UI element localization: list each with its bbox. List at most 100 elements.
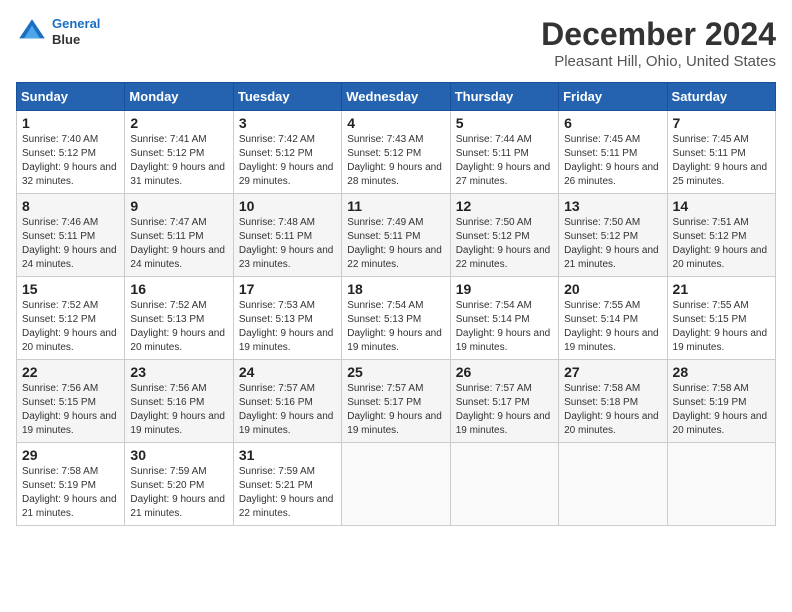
day-info: Sunrise: 7:48 AMSunset: 5:11 PMDaylight:… (239, 217, 334, 270)
day-info: Sunrise: 7:47 AMSunset: 5:11 PMDaylight:… (130, 217, 225, 270)
day-info: Sunrise: 7:45 AMSunset: 5:11 PMDaylight:… (673, 134, 768, 187)
day-info: Sunrise: 7:57 AMSunset: 5:17 PMDaylight:… (347, 383, 442, 436)
calendar-day-header: Tuesday (233, 83, 341, 111)
subtitle: Pleasant Hill, Ohio, United States (541, 53, 776, 70)
day-info: Sunrise: 7:40 AMSunset: 5:12 PMDaylight:… (22, 134, 117, 187)
day-info: Sunrise: 7:56 AMSunset: 5:16 PMDaylight:… (130, 383, 225, 436)
calendar-cell: 7 Sunrise: 7:45 AMSunset: 5:11 PMDayligh… (667, 111, 775, 194)
logo-text: General Blue (52, 16, 100, 47)
day-number: 3 (239, 115, 336, 131)
day-info: Sunrise: 7:57 AMSunset: 5:17 PMDaylight:… (456, 383, 551, 436)
calendar-cell: 1 Sunrise: 7:40 AMSunset: 5:12 PMDayligh… (17, 111, 125, 194)
day-number: 14 (673, 198, 770, 214)
calendar-header-row: SundayMondayTuesdayWednesdayThursdayFrid… (17, 83, 776, 111)
day-number: 31 (239, 447, 336, 463)
calendar-week-row: 29 Sunrise: 7:58 AMSunset: 5:19 PMDaylig… (17, 443, 776, 526)
calendar-cell: 16 Sunrise: 7:52 AMSunset: 5:13 PMDaylig… (125, 277, 233, 360)
calendar-day-header: Friday (559, 83, 667, 111)
day-info: Sunrise: 7:43 AMSunset: 5:12 PMDaylight:… (347, 134, 442, 187)
calendar-day-header: Thursday (450, 83, 558, 111)
day-info: Sunrise: 7:54 AMSunset: 5:13 PMDaylight:… (347, 300, 442, 353)
day-number: 23 (130, 364, 227, 380)
calendar-week-row: 15 Sunrise: 7:52 AMSunset: 5:12 PMDaylig… (17, 277, 776, 360)
calendar-cell: 3 Sunrise: 7:42 AMSunset: 5:12 PMDayligh… (233, 111, 341, 194)
calendar-cell: 21 Sunrise: 7:55 AMSunset: 5:15 PMDaylig… (667, 277, 775, 360)
calendar-cell: 13 Sunrise: 7:50 AMSunset: 5:12 PMDaylig… (559, 194, 667, 277)
logo-icon (16, 16, 48, 48)
day-number: 18 (347, 281, 444, 297)
title-area: December 2024 Pleasant Hill, Ohio, Unite… (541, 16, 776, 70)
day-info: Sunrise: 7:56 AMSunset: 5:15 PMDaylight:… (22, 383, 117, 436)
day-number: 16 (130, 281, 227, 297)
calendar-cell: 31 Sunrise: 7:59 AMSunset: 5:21 PMDaylig… (233, 443, 341, 526)
calendar-cell: 20 Sunrise: 7:55 AMSunset: 5:14 PMDaylig… (559, 277, 667, 360)
day-info: Sunrise: 7:58 AMSunset: 5:18 PMDaylight:… (564, 383, 659, 436)
day-info: Sunrise: 7:55 AMSunset: 5:15 PMDaylight:… (673, 300, 768, 353)
calendar-cell: 24 Sunrise: 7:57 AMSunset: 5:16 PMDaylig… (233, 360, 341, 443)
day-info: Sunrise: 7:50 AMSunset: 5:12 PMDaylight:… (564, 217, 659, 270)
calendar-day-header: Monday (125, 83, 233, 111)
day-number: 6 (564, 115, 661, 131)
calendar-cell: 27 Sunrise: 7:58 AMSunset: 5:18 PMDaylig… (559, 360, 667, 443)
day-info: Sunrise: 7:50 AMSunset: 5:12 PMDaylight:… (456, 217, 551, 270)
day-number: 25 (347, 364, 444, 380)
calendar-cell: 30 Sunrise: 7:59 AMSunset: 5:20 PMDaylig… (125, 443, 233, 526)
day-info: Sunrise: 7:57 AMSunset: 5:16 PMDaylight:… (239, 383, 334, 436)
calendar-cell: 6 Sunrise: 7:45 AMSunset: 5:11 PMDayligh… (559, 111, 667, 194)
day-info: Sunrise: 7:49 AMSunset: 5:11 PMDaylight:… (347, 217, 442, 270)
day-number: 12 (456, 198, 553, 214)
day-number: 21 (673, 281, 770, 297)
calendar-cell: 11 Sunrise: 7:49 AMSunset: 5:11 PMDaylig… (342, 194, 450, 277)
calendar-cell: 2 Sunrise: 7:41 AMSunset: 5:12 PMDayligh… (125, 111, 233, 194)
day-number: 9 (130, 198, 227, 214)
calendar-cell: 25 Sunrise: 7:57 AMSunset: 5:17 PMDaylig… (342, 360, 450, 443)
day-number: 15 (22, 281, 119, 297)
calendar-cell (342, 443, 450, 526)
day-info: Sunrise: 7:53 AMSunset: 5:13 PMDaylight:… (239, 300, 334, 353)
day-number: 22 (22, 364, 119, 380)
calendar-cell: 10 Sunrise: 7:48 AMSunset: 5:11 PMDaylig… (233, 194, 341, 277)
day-number: 19 (456, 281, 553, 297)
day-info: Sunrise: 7:54 AMSunset: 5:14 PMDaylight:… (456, 300, 551, 353)
day-number: 26 (456, 364, 553, 380)
day-number: 27 (564, 364, 661, 380)
day-number: 17 (239, 281, 336, 297)
calendar-cell: 14 Sunrise: 7:51 AMSunset: 5:12 PMDaylig… (667, 194, 775, 277)
day-info: Sunrise: 7:45 AMSunset: 5:11 PMDaylight:… (564, 134, 659, 187)
day-number: 5 (456, 115, 553, 131)
day-info: Sunrise: 7:41 AMSunset: 5:12 PMDaylight:… (130, 134, 225, 187)
calendar-week-row: 1 Sunrise: 7:40 AMSunset: 5:12 PMDayligh… (17, 111, 776, 194)
calendar-week-row: 22 Sunrise: 7:56 AMSunset: 5:15 PMDaylig… (17, 360, 776, 443)
calendar-cell: 5 Sunrise: 7:44 AMSunset: 5:11 PMDayligh… (450, 111, 558, 194)
calendar-cell: 18 Sunrise: 7:54 AMSunset: 5:13 PMDaylig… (342, 277, 450, 360)
day-info: Sunrise: 7:51 AMSunset: 5:12 PMDaylight:… (673, 217, 768, 270)
day-info: Sunrise: 7:52 AMSunset: 5:13 PMDaylight:… (130, 300, 225, 353)
calendar-cell: 22 Sunrise: 7:56 AMSunset: 5:15 PMDaylig… (17, 360, 125, 443)
calendar-cell: 8 Sunrise: 7:46 AMSunset: 5:11 PMDayligh… (17, 194, 125, 277)
calendar-cell (667, 443, 775, 526)
day-number: 1 (22, 115, 119, 131)
calendar-cell: 17 Sunrise: 7:53 AMSunset: 5:13 PMDaylig… (233, 277, 341, 360)
day-number: 11 (347, 198, 444, 214)
day-number: 30 (130, 447, 227, 463)
calendar-cell: 29 Sunrise: 7:58 AMSunset: 5:19 PMDaylig… (17, 443, 125, 526)
day-info: Sunrise: 7:59 AMSunset: 5:20 PMDaylight:… (130, 466, 225, 519)
day-info: Sunrise: 7:58 AMSunset: 5:19 PMDaylight:… (22, 466, 117, 519)
day-info: Sunrise: 7:44 AMSunset: 5:11 PMDaylight:… (456, 134, 551, 187)
calendar-table: SundayMondayTuesdayWednesdayThursdayFrid… (16, 82, 776, 526)
day-info: Sunrise: 7:46 AMSunset: 5:11 PMDaylight:… (22, 217, 117, 270)
main-title: December 2024 (541, 16, 776, 53)
calendar-cell: 9 Sunrise: 7:47 AMSunset: 5:11 PMDayligh… (125, 194, 233, 277)
page-header: General Blue December 2024 Pleasant Hill… (16, 16, 776, 70)
calendar-cell: 26 Sunrise: 7:57 AMSunset: 5:17 PMDaylig… (450, 360, 558, 443)
calendar-cell (450, 443, 558, 526)
calendar-cell: 28 Sunrise: 7:58 AMSunset: 5:19 PMDaylig… (667, 360, 775, 443)
calendar-day-header: Saturday (667, 83, 775, 111)
calendar-cell: 4 Sunrise: 7:43 AMSunset: 5:12 PMDayligh… (342, 111, 450, 194)
calendar-cell: 15 Sunrise: 7:52 AMSunset: 5:12 PMDaylig… (17, 277, 125, 360)
day-number: 8 (22, 198, 119, 214)
day-number: 24 (239, 364, 336, 380)
day-info: Sunrise: 7:52 AMSunset: 5:12 PMDaylight:… (22, 300, 117, 353)
day-number: 4 (347, 115, 444, 131)
calendar-cell (559, 443, 667, 526)
